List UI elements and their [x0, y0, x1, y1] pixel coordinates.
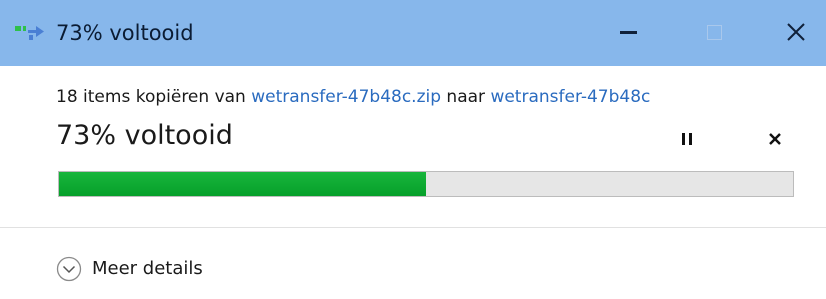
close-icon [787, 23, 805, 41]
pause-icon [680, 133, 694, 145]
minimize-icon [619, 30, 637, 34]
minimize-button[interactable] [605, 8, 651, 56]
close-button[interactable] [773, 8, 819, 56]
chevron-down-circle-icon [56, 256, 82, 282]
more-details-label: Meer details [92, 258, 203, 279]
copy-description: 18 items kopiëren van wetransfer-47b48c.… [56, 86, 650, 108]
close-icon [769, 133, 781, 145]
maximize-icon [706, 24, 722, 40]
more-details-toggle[interactable]: Meer details [56, 254, 203, 284]
progress-status-text: 73% voltooid [56, 120, 233, 151]
divider [0, 227, 826, 228]
maximize-button[interactable] [691, 8, 737, 56]
copy-description-middle: naar [441, 87, 491, 107]
title-bar: 73% voltooid [0, 0, 826, 66]
window-title: 73% voltooid [56, 21, 194, 45]
progress-bar-fill [59, 172, 426, 196]
progress-bar [58, 171, 794, 197]
cancel-button[interactable] [760, 124, 790, 154]
copy-description-prefix: 18 items kopiëren van [56, 87, 252, 107]
copy-dialog-window: 73% voltooid 18 items kopiëren van wetra… [0, 0, 826, 299]
source-link[interactable]: wetransfer-47b48c.zip [251, 87, 441, 107]
destination-link[interactable]: wetransfer-47b48c [490, 87, 650, 107]
copy-files-icon [15, 26, 44, 40]
pause-button[interactable] [672, 124, 702, 154]
